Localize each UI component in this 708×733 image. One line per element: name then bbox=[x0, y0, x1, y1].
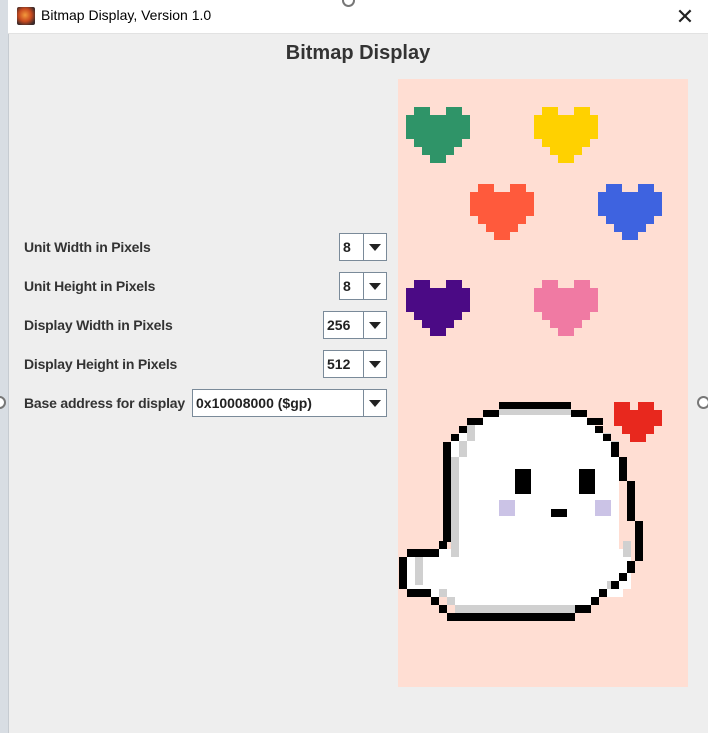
chevron-down-icon bbox=[369, 321, 381, 329]
close-button[interactable]: ✕ bbox=[662, 0, 708, 33]
base-address-select[interactable]: 0x10008000 ($gp) bbox=[192, 389, 387, 417]
window-title: Bitmap Display, Version 1.0 bbox=[41, 7, 212, 23]
dropdown-arrow-button[interactable] bbox=[363, 234, 386, 260]
panel-title: Bitmap Display bbox=[285, 42, 431, 64]
title-bar[interactable]: Bitmap Display, Version 1.0 ✕ bbox=[8, 0, 708, 34]
heart-icon-pink bbox=[534, 280, 598, 336]
dropdown-arrow-button[interactable] bbox=[363, 273, 386, 299]
chevron-down-icon bbox=[369, 282, 381, 290]
dropdown-arrow-button[interactable] bbox=[363, 312, 386, 338]
heart-icon-blue bbox=[598, 184, 662, 240]
display-width-label: Display Width in Pixels bbox=[24, 317, 173, 333]
chevron-down-icon bbox=[369, 243, 381, 251]
dropdown-arrow-button[interactable] bbox=[363, 390, 386, 416]
heart-icon-yellow bbox=[534, 107, 598, 163]
base-address-value: 0x10008000 ($gp) bbox=[196, 395, 312, 411]
app-icon bbox=[17, 7, 35, 25]
bitmap-canvas bbox=[398, 79, 688, 687]
dropdown-arrow-button[interactable] bbox=[363, 351, 386, 377]
unit-height-select[interactable]: 8 bbox=[339, 272, 387, 300]
heart-icon-purple bbox=[406, 280, 470, 336]
heart-icon-red bbox=[614, 402, 662, 442]
unit-height-value: 8 bbox=[343, 278, 351, 294]
resize-handle-right[interactable] bbox=[697, 396, 708, 409]
chevron-down-icon bbox=[369, 360, 381, 368]
display-width-value: 256 bbox=[327, 317, 351, 333]
chevron-down-icon bbox=[369, 399, 381, 407]
background-window-edge bbox=[0, 0, 9, 733]
unit-width-value: 8 bbox=[343, 239, 351, 255]
close-icon: ✕ bbox=[675, 3, 695, 29]
ghost-sprite bbox=[399, 402, 643, 621]
bitmap-art bbox=[399, 107, 662, 621]
display-height-label: Display Height in Pixels bbox=[24, 356, 178, 372]
unit-width-label: Unit Width in Pixels bbox=[24, 239, 151, 255]
heart-icon-green bbox=[406, 107, 470, 163]
display-height-value: 512 bbox=[327, 356, 351, 372]
base-address-label: Base address for display bbox=[24, 395, 185, 411]
unit-width-select[interactable]: 8 bbox=[339, 233, 387, 261]
unit-height-label: Unit Height in Pixels bbox=[24, 278, 156, 294]
display-width-select[interactable]: 256 bbox=[323, 311, 387, 339]
display-height-select[interactable]: 512 bbox=[323, 350, 387, 378]
heart-icon-orange bbox=[470, 184, 534, 240]
